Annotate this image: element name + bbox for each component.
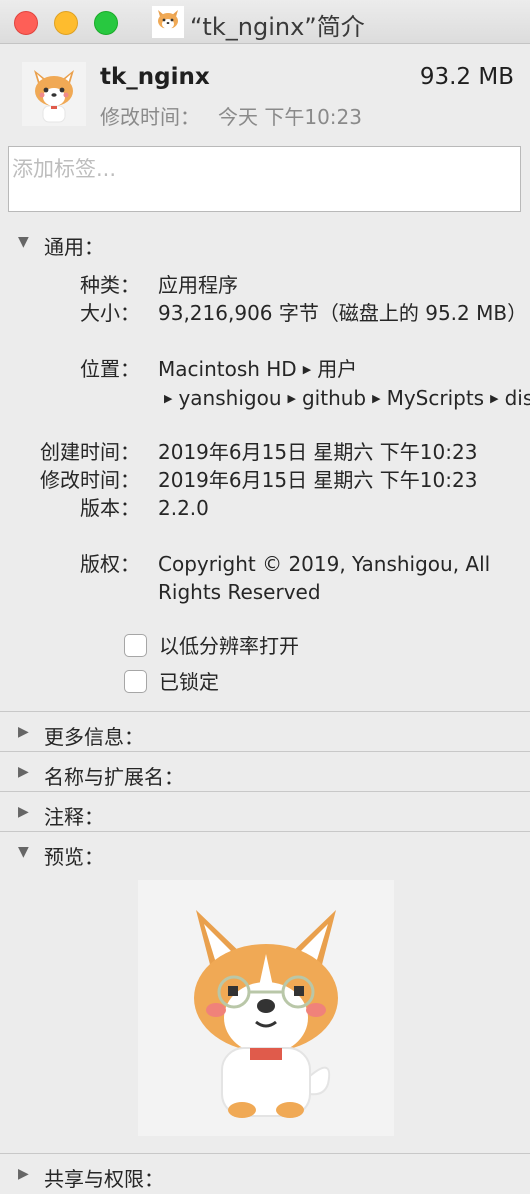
where-path[interactable]: Macintosh HD ▶ 用户 ▶ yanshigou ▶ github ▶ MyScrip…: [158, 355, 530, 413]
path-item[interactable]: MyScripts: [387, 386, 485, 410]
path-item[interactable]: 用户: [317, 357, 357, 381]
section-general-label: 通用：: [44, 235, 104, 259]
path-separator-icon: ▶: [164, 392, 173, 405]
modified-row-label: 修改时间：: [40, 468, 140, 492]
section-more-info-label: 更多信息：: [44, 725, 144, 749]
disclosure-down-icon[interactable]: ▼: [18, 844, 29, 860]
path-item[interactable]: yanshigou: [178, 386, 281, 410]
divider: [0, 711, 530, 712]
size-value: 93,216,906 字节（磁盘上的 95.2 MB）: [158, 301, 528, 325]
divider: [0, 831, 530, 832]
kind-label: 种类：: [80, 273, 140, 297]
modified-value: 今天 下午10:23: [218, 105, 362, 129]
path-separator-icon: ▶: [490, 392, 499, 405]
disclosure-right-icon[interactable]: ▶: [18, 804, 29, 820]
window-title: “tk_nginx”简介: [190, 13, 365, 41]
path-item[interactable]: dist: [505, 386, 530, 410]
divider: [0, 751, 530, 752]
locked-checkbox[interactable]: 已锁定: [124, 668, 530, 696]
corgi-app-icon: [152, 6, 184, 38]
section-general[interactable]: ▼ 通用：: [0, 224, 530, 262]
corgi-app-icon: [22, 62, 86, 126]
path-item[interactable]: github: [302, 386, 366, 410]
app-size: 93.2 MB: [419, 64, 514, 90]
section-preview[interactable]: ▼ 预览：: [0, 834, 530, 872]
tags-input[interactable]: 添加标签...: [8, 146, 521, 212]
path-item[interactable]: Macintosh HD: [158, 357, 297, 381]
section-more-info[interactable]: ▶ 更多信息：: [0, 714, 530, 752]
title-bar[interactable]: “tk_nginx”简介: [0, 0, 530, 44]
copyright-value: Copyright © 2019, Yanshigou, All Rights …: [158, 552, 491, 604]
modified-label: 修改时间：: [100, 105, 200, 129]
section-name-ext-label: 名称与扩展名：: [44, 765, 184, 789]
disclosure-right-icon[interactable]: ▶: [18, 764, 29, 780]
disclosure-down-icon[interactable]: ▼: [18, 234, 29, 250]
modified-row-value: 2019年6月15日 星期六 下午10:23: [158, 468, 478, 492]
copyright-label: 版权：: [80, 552, 140, 576]
path-separator-icon: ▶: [302, 363, 312, 376]
disclosure-right-icon[interactable]: ▶: [18, 724, 29, 740]
checkbox-box[interactable]: [124, 670, 147, 693]
kind-value: 应用程序: [158, 273, 238, 297]
checkbox-box[interactable]: [124, 634, 147, 657]
where-label: 位置：: [80, 357, 140, 381]
section-name-ext[interactable]: ▶ 名称与扩展名：: [0, 754, 530, 792]
zoom-button[interactable]: [94, 11, 118, 35]
section-sharing-label: 共享与权限：: [44, 1167, 164, 1191]
version-label: 版本：: [80, 496, 140, 520]
path-separator-icon: ▶: [372, 392, 381, 405]
locked-label[interactable]: 已锁定: [159, 668, 219, 696]
path-separator-icon: ▶: [287, 392, 296, 405]
size-label: 大小：: [80, 301, 140, 325]
close-button[interactable]: [14, 11, 38, 35]
created-label: 创建时间：: [40, 440, 140, 464]
section-comments-label: 注释：: [44, 805, 104, 829]
app-name: tk_nginx: [100, 64, 210, 90]
divider: [0, 791, 530, 792]
section-sharing[interactable]: ▶ 共享与权限：: [0, 1156, 530, 1194]
section-comments[interactable]: ▶ 注释：: [0, 794, 530, 832]
low-res-checkbox[interactable]: 以低分辨率打开: [124, 632, 530, 660]
get-info-window: “tk_nginx”简介 tk_nginx 93.2 MB 修改时间： 今天 下午…: [0, 0, 530, 1194]
disclosure-right-icon[interactable]: ▶: [18, 1166, 29, 1182]
preview-image: [138, 880, 394, 1136]
created-value: 2019年6月15日 星期六 下午10:23: [158, 440, 478, 464]
header-modified: 修改时间： 今天 下午10:23: [100, 101, 362, 130]
minimize-button[interactable]: [54, 11, 78, 35]
section-preview-label: 预览：: [44, 845, 104, 869]
version-value: 2.2.0: [158, 496, 209, 520]
low-res-label[interactable]: 以低分辨率打开: [159, 632, 299, 660]
divider: [0, 1153, 530, 1154]
